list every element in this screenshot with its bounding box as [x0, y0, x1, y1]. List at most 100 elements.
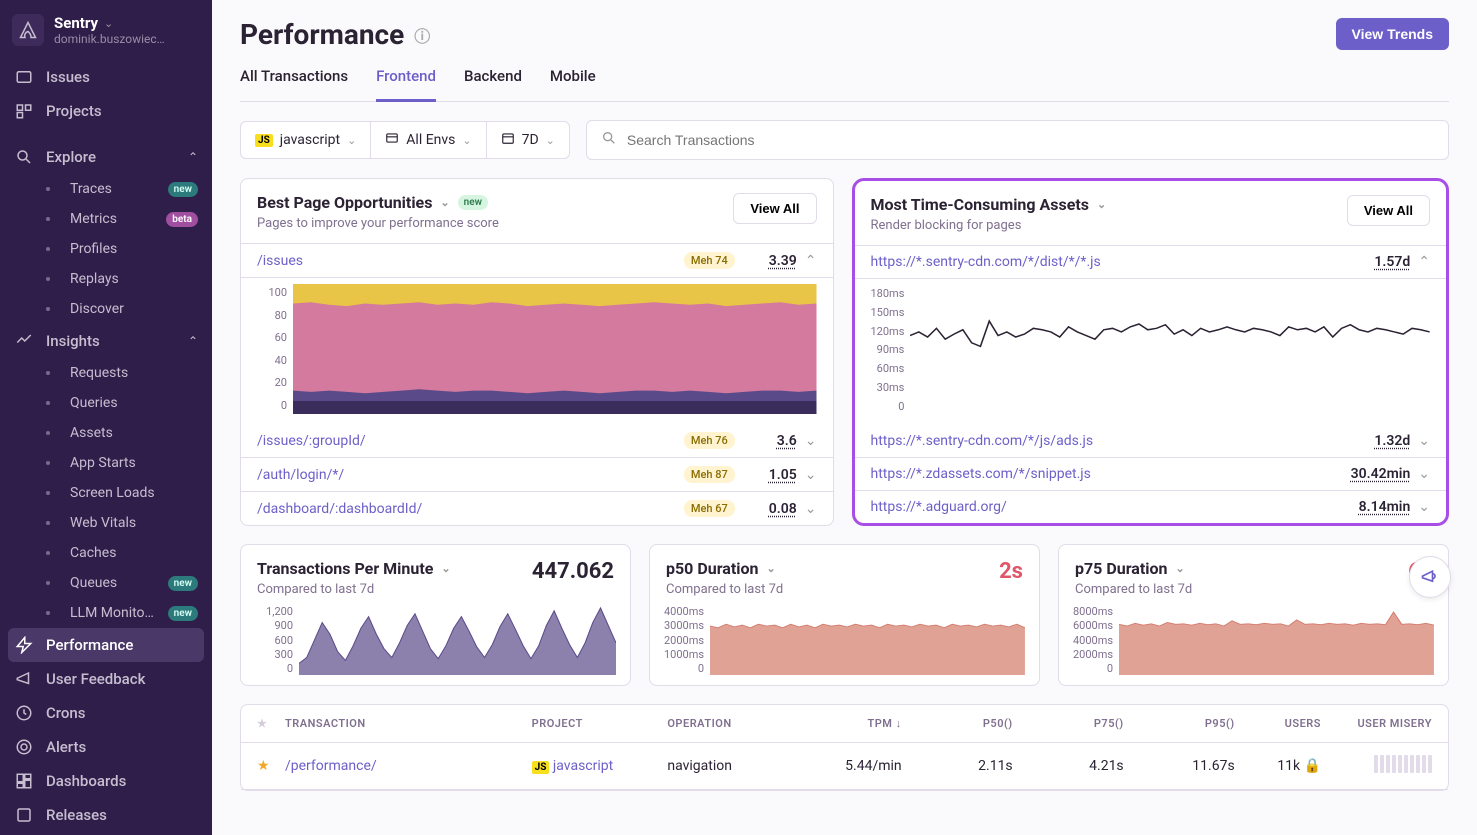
- feedback-fab[interactable]: [1409, 556, 1451, 598]
- chevron-down-icon[interactable]: ⌄: [1418, 433, 1430, 449]
- beta-badge: beta: [166, 212, 198, 227]
- page-link[interactable]: /issues/:groupId/: [257, 433, 684, 449]
- meh-badge: Meh 67: [684, 500, 735, 517]
- nav-crons[interactable]: Crons: [0, 696, 212, 730]
- nav-queries[interactable]: Queries: [0, 388, 212, 418]
- chevron-down-icon[interactable]: ⌄: [805, 501, 817, 517]
- chevron-down-icon[interactable]: ⌄: [767, 562, 776, 575]
- bpo-chart: 100806040200: [241, 278, 833, 424]
- chevron-down-icon: ⌄: [104, 17, 113, 30]
- search-icon: [601, 130, 617, 150]
- nav-app-starts[interactable]: App Starts: [0, 448, 212, 478]
- tab-all-transactions[interactable]: All Transactions: [240, 57, 348, 101]
- row-value: 8.14min: [1359, 499, 1411, 515]
- p50-cell: 2.11s: [902, 758, 1013, 774]
- search-input[interactable]: [627, 132, 1434, 148]
- transaction-link[interactable]: /performance/: [285, 758, 377, 774]
- p75-cell: 4.21s: [1013, 758, 1124, 774]
- chevron-up-icon[interactable]: ⌃: [1418, 254, 1430, 270]
- dashboard-icon: [14, 771, 34, 791]
- col-header[interactable]: P50(): [902, 717, 1013, 730]
- row-value: 1.57d: [1360, 254, 1410, 270]
- project-link[interactable]: javascript: [553, 758, 613, 774]
- nav-user-feedback[interactable]: User Feedback: [0, 662, 212, 696]
- nav-replays[interactable]: Replays: [0, 264, 212, 294]
- star-icon: ★: [257, 717, 267, 730]
- chevron-down-icon[interactable]: ⌄: [440, 196, 449, 209]
- bpo-row: /auth/login/*/ Meh 87 1.05 ⌄: [241, 458, 833, 492]
- col-header[interactable]: TPM ↓: [791, 717, 902, 730]
- row-value: 3.39: [747, 253, 797, 269]
- col-header[interactable]: P75(): [1013, 717, 1124, 730]
- col-header[interactable]: P95(): [1124, 717, 1235, 730]
- nav-llm[interactable]: LLM Monito…new: [0, 598, 212, 628]
- search-transactions[interactable]: [586, 120, 1449, 160]
- releases-icon: [14, 805, 34, 825]
- page-link[interactable]: /issues: [257, 253, 684, 269]
- chevron-down-icon[interactable]: ⌄: [805, 467, 817, 483]
- nav-queues[interactable]: Queuesnew: [0, 568, 212, 598]
- star-filled-icon[interactable]: ★: [257, 758, 270, 774]
- clock-icon: [14, 703, 34, 723]
- view-all-button[interactable]: View All: [733, 193, 816, 224]
- bpo-row: /issues/:groupId/ Meh 76 3.6 ⌄: [241, 424, 833, 458]
- col-header[interactable]: USER MISERY: [1321, 717, 1432, 730]
- nav-performance[interactable]: Performance: [8, 628, 204, 662]
- page-title: Performance: [240, 18, 404, 51]
- nav-web-vitals[interactable]: Web Vitals: [0, 508, 212, 538]
- col-header[interactable]: USERS: [1235, 717, 1321, 730]
- tab-backend[interactable]: Backend: [464, 57, 522, 101]
- env-filter[interactable]: All Envs ⌄: [371, 122, 486, 158]
- nav-insights[interactable]: Insights ⌃: [0, 324, 212, 358]
- org-switcher[interactable]: Sentry ⌄ dominik.buszowiec…: [0, 0, 212, 56]
- chevron-down-icon: ⌄: [462, 134, 471, 147]
- page-link[interactable]: /dashboard/:dashboardId/: [257, 501, 684, 517]
- col-header[interactable]: TRANSACTION: [285, 717, 532, 730]
- nav-metrics[interactable]: Metricsbeta: [0, 204, 212, 234]
- nav-label: Queries: [70, 395, 118, 411]
- insights-icon: [14, 331, 34, 351]
- nav-releases[interactable]: Releases: [0, 798, 212, 832]
- chevron-down-icon[interactable]: ⌄: [805, 433, 817, 449]
- nav-requests[interactable]: Requests: [0, 358, 212, 388]
- nav-caches[interactable]: Caches: [0, 538, 212, 568]
- asset-link[interactable]: https://*.zdassets.com/*/snippet.js: [871, 466, 1351, 482]
- chevron-down-icon[interactable]: ⌄: [1418, 466, 1430, 482]
- nav-label: Web Vitals: [70, 515, 136, 531]
- help-icon[interactable]: ⓘ: [414, 23, 430, 47]
- chevron-down-icon[interactable]: ⌄: [1097, 198, 1106, 211]
- chevron-up-icon[interactable]: ⌃: [805, 253, 817, 269]
- nav-profiles[interactable]: Profiles: [0, 234, 212, 264]
- meh-badge: Meh 76: [684, 432, 735, 449]
- view-all-button[interactable]: View All: [1347, 195, 1430, 226]
- chevron-down-icon[interactable]: ⌄: [1176, 562, 1185, 575]
- nav-assets[interactable]: Assets: [0, 418, 212, 448]
- nav-alerts[interactable]: Alerts: [0, 730, 212, 764]
- nav-label: Crons: [46, 704, 86, 722]
- asset-link[interactable]: https://*.sentry-cdn.com/*/js/ads.js: [871, 433, 1361, 449]
- nav-discover[interactable]: Discover: [0, 294, 212, 324]
- view-trends-button[interactable]: View Trends: [1336, 18, 1449, 50]
- page-link[interactable]: /auth/login/*/: [257, 467, 684, 483]
- org-name: Sentry: [54, 14, 98, 32]
- chevron-up-icon: ⌃: [188, 334, 198, 348]
- project-filter[interactable]: JS javascript ⌄: [241, 122, 371, 158]
- asset-link[interactable]: https://*.adguard.org/: [871, 499, 1359, 515]
- col-header[interactable]: PROJECT: [532, 717, 668, 730]
- filter-label: javascript: [280, 132, 340, 148]
- filter-label: All Envs: [406, 132, 455, 148]
- time-filter[interactable]: 7D ⌄: [487, 122, 569, 158]
- col-header[interactable]: OPERATION: [667, 717, 790, 730]
- chevron-down-icon[interactable]: ⌄: [441, 562, 450, 575]
- asset-link[interactable]: https://*.sentry-cdn.com/*/dist/*/*.js: [871, 254, 1361, 270]
- tab-frontend[interactable]: Frontend: [376, 57, 436, 102]
- nav-screen-loads[interactable]: Screen Loads: [0, 478, 212, 508]
- nav-explore[interactable]: Explore ⌃: [0, 140, 212, 174]
- chevron-down-icon[interactable]: ⌄: [1418, 499, 1430, 515]
- nav-issues[interactable]: Issues: [0, 60, 212, 94]
- tab-mobile[interactable]: Mobile: [550, 57, 596, 101]
- filter-label: 7D: [522, 132, 539, 148]
- nav-projects[interactable]: Projects: [0, 94, 212, 128]
- nav-traces[interactable]: Tracesnew: [0, 174, 212, 204]
- nav-dashboards[interactable]: Dashboards: [0, 764, 212, 798]
